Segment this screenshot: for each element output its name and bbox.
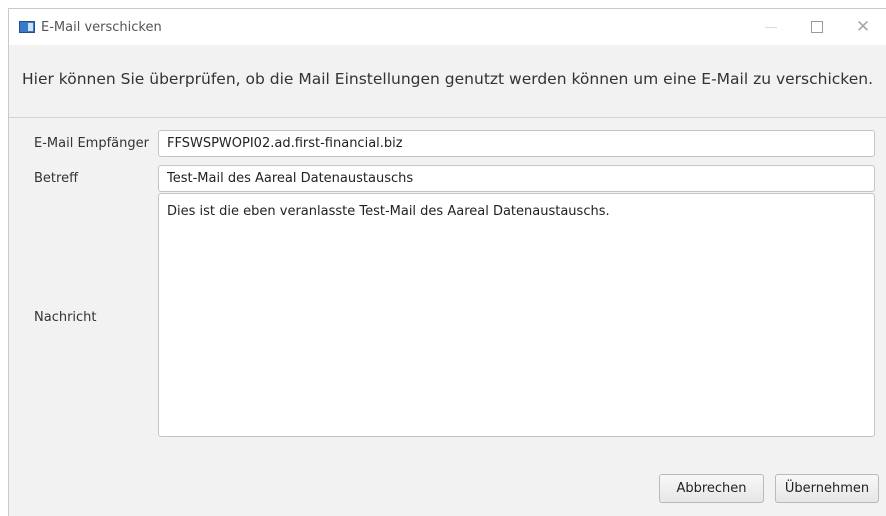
window-controls: ✕ — [748, 9, 886, 45]
maximize-icon — [811, 21, 823, 33]
dialog-header: Hier können Sie überprüfen, ob die Mail … — [9, 45, 886, 118]
title-bar[interactable]: E-Mail verschicken ✕ — [9, 9, 886, 45]
dialog-description: Hier können Sie überprüfen, ob die Mail … — [22, 70, 874, 88]
app-window-icon — [19, 21, 35, 33]
maximize-button[interactable] — [794, 9, 840, 45]
close-button[interactable]: ✕ — [840, 9, 886, 45]
close-icon: ✕ — [855, 16, 871, 37]
message-label: Nachricht — [34, 310, 97, 325]
window-title: E-Mail verschicken — [41, 19, 162, 35]
mail-form: E-Mail Empfänger FFSWSPWOPI02.ad.first-f… — [9, 118, 886, 516]
minimize-button[interactable] — [748, 9, 794, 45]
subject-field[interactable]: Test-Mail des Aareal Datenaustauschs — [158, 165, 875, 192]
apply-button[interactable]: Übernehmen — [775, 474, 879, 503]
recipient-field[interactable]: FFSWSPWOPI02.ad.first-financial.biz — [158, 130, 875, 157]
subject-label: Betreff — [34, 171, 79, 186]
dialog-window: E-Mail verschicken ✕ Hier können Sie übe… — [8, 8, 886, 516]
cancel-button[interactable]: Abbrechen — [659, 474, 764, 503]
message-textarea[interactable]: Dies ist die eben veranlasste Test-Mail … — [158, 193, 875, 437]
recipient-label: E-Mail Empfänger — [34, 136, 149, 151]
minimize-icon — [765, 26, 777, 28]
